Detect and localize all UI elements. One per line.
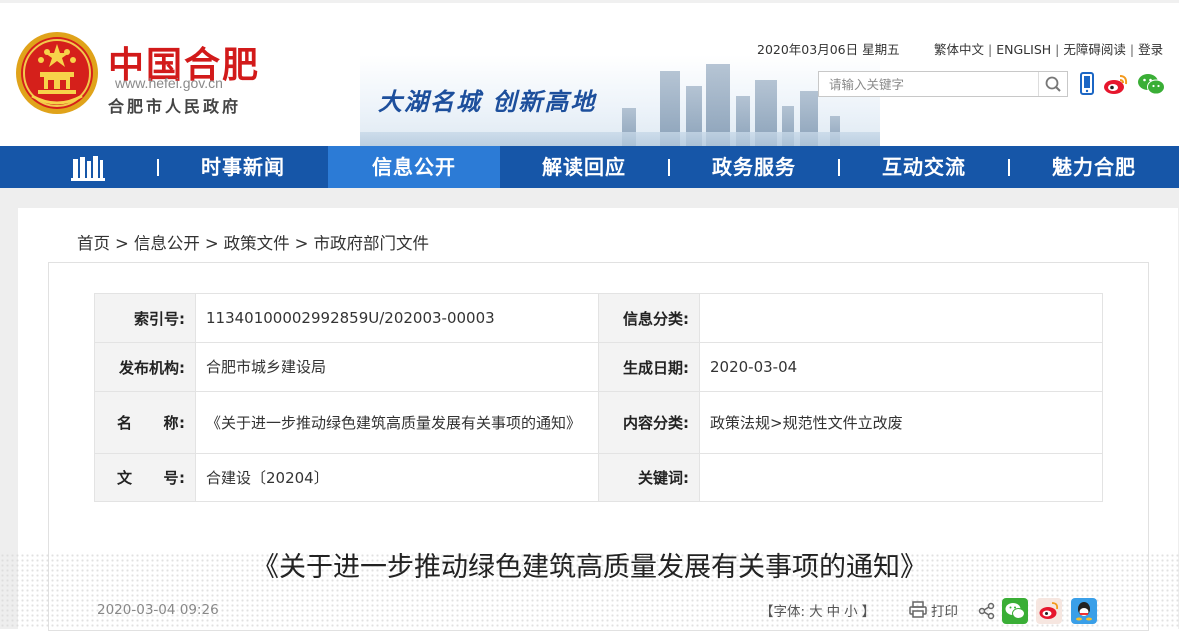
search-input[interactable] [819, 72, 1037, 96]
mobile-icon[interactable] [1079, 72, 1095, 96]
article-title: 《关于进一步推动绿色建筑高质量发展有关事项的通知》 [252, 552, 927, 583]
breadcrumb-department-documents[interactable]: 市政府部门文件 [313, 234, 429, 253]
wechat-share-icon[interactable] [1002, 598, 1028, 624]
weibo-icon[interactable] [1103, 72, 1129, 96]
name-label: 名 称: [94, 391, 196, 454]
nav-item-charm-hefei[interactable]: 魅力合肥 [1010, 146, 1178, 188]
print-button[interactable]: 打印 [931, 600, 958, 620]
breadcrumb: 首页 > 信息公开 > 政策文件 > 市政府部门文件 [77, 234, 429, 253]
nav-item-gov-services[interactable]: 政务服务 [670, 146, 838, 188]
table-row: 发布机构: 合肥市城乡建设局 生成日期: 2020-03-04 [94, 342, 1103, 392]
traditional-chinese-link[interactable]: 繁体中文 [934, 42, 984, 57]
content-type-value: 政策法规>规范性文件立改废 [699, 391, 1103, 454]
article-tools: 【字体: 大中小】 [760, 600, 879, 620]
category-label: 信息分类: [598, 293, 700, 343]
accessible-reading-link[interactable]: 无障碍阅读 [1063, 42, 1126, 57]
login-link[interactable]: 登录 [1138, 42, 1163, 57]
category-value [699, 293, 1103, 343]
keywords-label: 关键词: [598, 453, 700, 502]
publisher-value: 合肥市城乡建设局 [195, 342, 599, 392]
font-large-button[interactable]: 大 [809, 604, 823, 620]
font-size-suffix: 】 [861, 604, 876, 620]
font-medium-button[interactable]: 中 [827, 604, 841, 620]
weibo-share-icon[interactable] [1036, 598, 1062, 624]
doc-number-label: 文 号: [94, 453, 196, 502]
search-icon [1045, 76, 1061, 92]
breadcrumb-info-disclosure[interactable]: 信息公开 [134, 234, 200, 253]
index-value: 11340100002992859U/202003-00003 [195, 293, 599, 343]
breadcrumb-policy-documents[interactable]: 政策文件 [224, 234, 290, 253]
breadcrumb-home[interactable]: 首页 [77, 234, 110, 253]
nav-item-info-disclosure[interactable]: 信息公开 [328, 146, 500, 188]
document-meta-table: 索引号: 11340100002992859U/202003-00003 信息分… [94, 293, 1103, 502]
national-emblem-icon [16, 32, 98, 114]
doc-number-value: 合建设〔20204〕 [195, 453, 599, 502]
keywords-value [699, 453, 1103, 502]
table-row: 文 号: 合建设〔20204〕 关键词: [94, 453, 1103, 502]
header-top-line [0, 0, 1179, 3]
search-button[interactable] [1038, 72, 1067, 96]
font-small-button[interactable]: 小 [844, 604, 858, 620]
share-icon[interactable] [978, 602, 996, 620]
current-date: 2020年03月06日 星期五 [757, 42, 900, 57]
main-nav: 时事新闻 信息公开 解读回应 政务服务 互动交流 魅力合肥 [0, 146, 1179, 188]
content-type-label: 内容分类: [598, 391, 700, 454]
city-slogan: 大湖名城 创新高地 [378, 88, 597, 116]
publish-time: 2020-03-04 09:26 [97, 602, 219, 618]
logo-subtitle: 合肥市人民政府 [108, 97, 242, 116]
wechat-icon[interactable] [1137, 72, 1165, 96]
nav-item-news[interactable]: 时事新闻 [158, 146, 328, 188]
created-date-label: 生成日期: [598, 342, 700, 392]
top-links: 繁体中文 | ENGLISH | 无障碍阅读 | 登录 [934, 42, 1164, 57]
created-date-value: 2020-03-04 [699, 342, 1103, 392]
logo-url: www.hefei.gov.cn [115, 75, 223, 91]
home-icon[interactable] [71, 155, 105, 181]
search-box [818, 71, 1068, 97]
english-link[interactable]: ENGLISH [996, 42, 1051, 57]
table-row: 索引号: 11340100002992859U/202003-00003 信息分… [94, 293, 1103, 343]
table-row: 名 称: 《关于进一步推动绿色建筑高质量发展有关事项的通知》 内容分类: 政策法… [94, 391, 1103, 454]
print-icon[interactable] [908, 601, 928, 619]
nav-item-interaction[interactable]: 互动交流 [840, 146, 1008, 188]
index-label: 索引号: [94, 293, 196, 343]
name-value: 《关于进一步推动绿色建筑高质量发展有关事项的通知》 [195, 391, 599, 454]
site-header: 中国合肥 www.hefei.gov.cn 合肥市人民政府 大湖名城 创新高地 … [0, 0, 1179, 146]
qq-share-icon[interactable] [1071, 598, 1097, 624]
publisher-label: 发布机构: [94, 342, 196, 392]
font-size-prefix: 【字体: [760, 604, 806, 620]
nav-item-interpretation[interactable]: 解读回应 [500, 146, 668, 188]
